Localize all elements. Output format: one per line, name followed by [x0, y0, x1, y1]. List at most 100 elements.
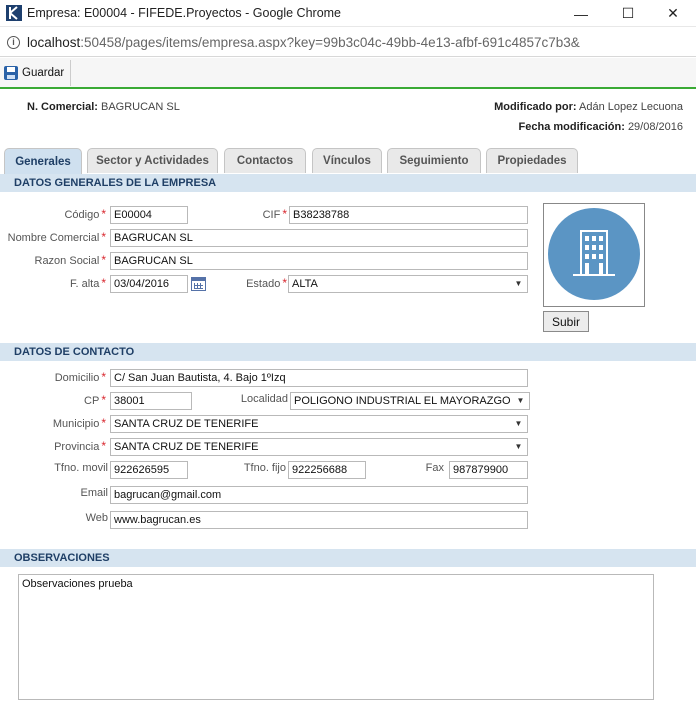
required-asterisk: * — [101, 207, 106, 221]
movil-label: Tfno. movil — [54, 462, 108, 474]
falta-label: F. alta * — [70, 276, 106, 290]
localidad-select[interactable]: POLIGONO INDUSTRIAL EL MAYORAZGO ▼ — [290, 392, 530, 410]
cif-label: CIF * — [263, 207, 287, 221]
codigo-label-text: Código — [64, 209, 100, 221]
save-button[interactable]: Guardar — [2, 62, 70, 84]
observaciones-textarea[interactable]: Observaciones prueba — [18, 574, 654, 700]
movil-input[interactable]: 922626595 — [110, 461, 188, 479]
required-asterisk: * — [101, 276, 106, 290]
cif-input[interactable]: B38238788 — [289, 206, 528, 224]
chevron-down-icon: ▼ — [516, 396, 525, 405]
required-asterisk: * — [282, 276, 287, 290]
falta-label-text: F. alta — [69, 278, 100, 290]
section-datos-generales: DATOS GENERALES DE LA EMPRESA — [0, 174, 696, 192]
minimize-button[interactable]: — — [558, 0, 604, 27]
codigo-input[interactable]: E00004 — [110, 206, 188, 224]
fecha-value: 29/08/2016 — [627, 121, 683, 133]
email-input[interactable]: bagrucan@gmail.com — [110, 486, 528, 504]
maximize-button[interactable]: ☐ — [605, 0, 651, 27]
tab-generales[interactable]: Generales — [4, 148, 82, 174]
nombre-comercial-field-label: Nombre Comercial * — [8, 230, 106, 244]
company-photo — [543, 203, 645, 307]
address-bar[interactable]: i localhost:50458/pages/items/empresa.as… — [0, 28, 696, 57]
calendar-icon[interactable] — [191, 277, 206, 291]
codigo-label: Código * — [64, 207, 106, 221]
provincia-label: Provincia * — [54, 439, 106, 453]
nombre-comercial-label-text: Nombre Comercial — [7, 232, 100, 244]
municipio-select[interactable]: SANTA CRUZ DE TENERIFE ▼ — [110, 415, 528, 433]
app-icon — [6, 5, 22, 21]
domicilio-input[interactable]: C/ San Juan Bautista, 4. Bajo 1ºIzq — [110, 369, 528, 387]
url-host: localhost — [27, 35, 81, 50]
required-asterisk: * — [101, 393, 106, 407]
domicilio-label: Domicilio * — [55, 370, 106, 384]
razon-social-input[interactable]: BAGRUCAN SL — [110, 252, 528, 270]
estado-select-value: ALTA — [292, 278, 318, 290]
fecha-label: Fecha modificación: — [518, 121, 625, 133]
provincia-select-value: SANTA CRUZ DE TENERIFE — [114, 441, 259, 453]
fax-input[interactable]: 987879900 — [449, 461, 528, 479]
web-label: Web — [85, 512, 108, 524]
estado-label: Estado * — [246, 276, 287, 290]
falta-input[interactable]: 03/04/2016 — [110, 275, 188, 293]
section-datos-contacto: DATOS DE CONTACTO — [0, 343, 696, 361]
chevron-down-icon: ▼ — [514, 419, 523, 428]
nombre-comercial-label: N. Comercial: — [27, 101, 98, 113]
cp-label-text: CP — [84, 395, 100, 407]
tab-vinculos[interactable]: Vínculos — [312, 148, 382, 173]
close-button[interactable]: ✕ — [650, 0, 696, 27]
toolbar: Guardar — [0, 58, 696, 89]
url-path: :50458/pages/items/empresa.aspx?key=99b3… — [80, 35, 580, 50]
required-asterisk: * — [101, 370, 106, 384]
fijo-label: Tfno. fijo — [243, 462, 286, 474]
info-icon[interactable]: i — [7, 36, 20, 49]
required-asterisk: * — [101, 416, 106, 430]
estado-label-text: Estado — [246, 278, 281, 290]
provincia-label-text: Provincia — [54, 441, 100, 453]
chevron-down-icon: ▼ — [514, 279, 523, 288]
required-asterisk: * — [101, 230, 106, 244]
window-title: Empresa: E00004 - FIFEDE.Proyectos - Goo… — [27, 6, 342, 20]
maximize-icon: ☐ — [621, 5, 635, 21]
razon-social-label: Razon Social * — [35, 253, 107, 267]
cif-label-text: CIF — [262, 209, 281, 221]
required-asterisk: * — [101, 439, 106, 453]
fecha-info: Fecha modificación: 29/08/2016 — [519, 121, 683, 133]
cp-label: CP * — [84, 393, 106, 407]
tab-strip: Generales Sector y Actividades Contactos… — [0, 148, 696, 174]
close-icon: ✕ — [667, 5, 679, 21]
upload-button[interactable]: Subir — [543, 311, 589, 332]
url-text[interactable]: localhost:50458/pages/items/empresa.aspx… — [27, 35, 580, 50]
fijo-input[interactable]: 922256688 — [288, 461, 366, 479]
chevron-down-icon: ▼ — [514, 442, 523, 451]
building-icon — [573, 230, 615, 276]
required-asterisk: * — [282, 207, 287, 221]
cp-input[interactable]: 38001 — [110, 392, 192, 410]
fax-label: Fax — [425, 462, 444, 474]
save-button-label: Guardar — [22, 67, 65, 79]
tab-sector-actividades[interactable]: Sector y Actividades — [87, 148, 218, 173]
domicilio-label-text: Domicilio — [54, 372, 100, 384]
tab-propiedades[interactable]: Propiedades — [486, 148, 578, 173]
window-titlebar: Empresa: E00004 - FIFEDE.Proyectos - Goo… — [0, 0, 696, 27]
nombre-comercial-value: BAGRUCAN SL — [100, 101, 180, 113]
localidad-select-value: POLIGONO INDUSTRIAL EL MAYORAZGO — [294, 395, 511, 407]
modificado-label: Modificado por: — [494, 101, 577, 113]
tab-seguimiento[interactable]: Seguimiento — [387, 148, 481, 173]
municipio-select-value: SANTA CRUZ DE TENERIFE — [114, 418, 259, 430]
nombre-comercial-input[interactable]: BAGRUCAN SL — [110, 229, 528, 247]
tab-contactos[interactable]: Contactos — [224, 148, 306, 173]
municipio-label-text: Municipio — [52, 418, 100, 430]
save-disk-icon — [4, 66, 18, 80]
toolbar-separator — [70, 60, 71, 86]
required-asterisk: * — [101, 253, 106, 267]
email-label: Email — [80, 487, 108, 499]
modificado-value: Adán Lopez Lecuona — [579, 101, 683, 113]
estado-select[interactable]: ALTA ▼ — [288, 275, 528, 293]
provincia-select[interactable]: SANTA CRUZ DE TENERIFE ▼ — [110, 438, 528, 456]
municipio-label: Municipio * — [53, 416, 106, 430]
web-input[interactable]: www.bagrucan.es — [110, 511, 528, 529]
localidad-label: Localidad — [240, 393, 288, 405]
section-observaciones: OBSERVACIONES — [0, 549, 696, 567]
nombre-comercial-info: N. Comercial: BAGRUCAN SL — [27, 101, 180, 113]
